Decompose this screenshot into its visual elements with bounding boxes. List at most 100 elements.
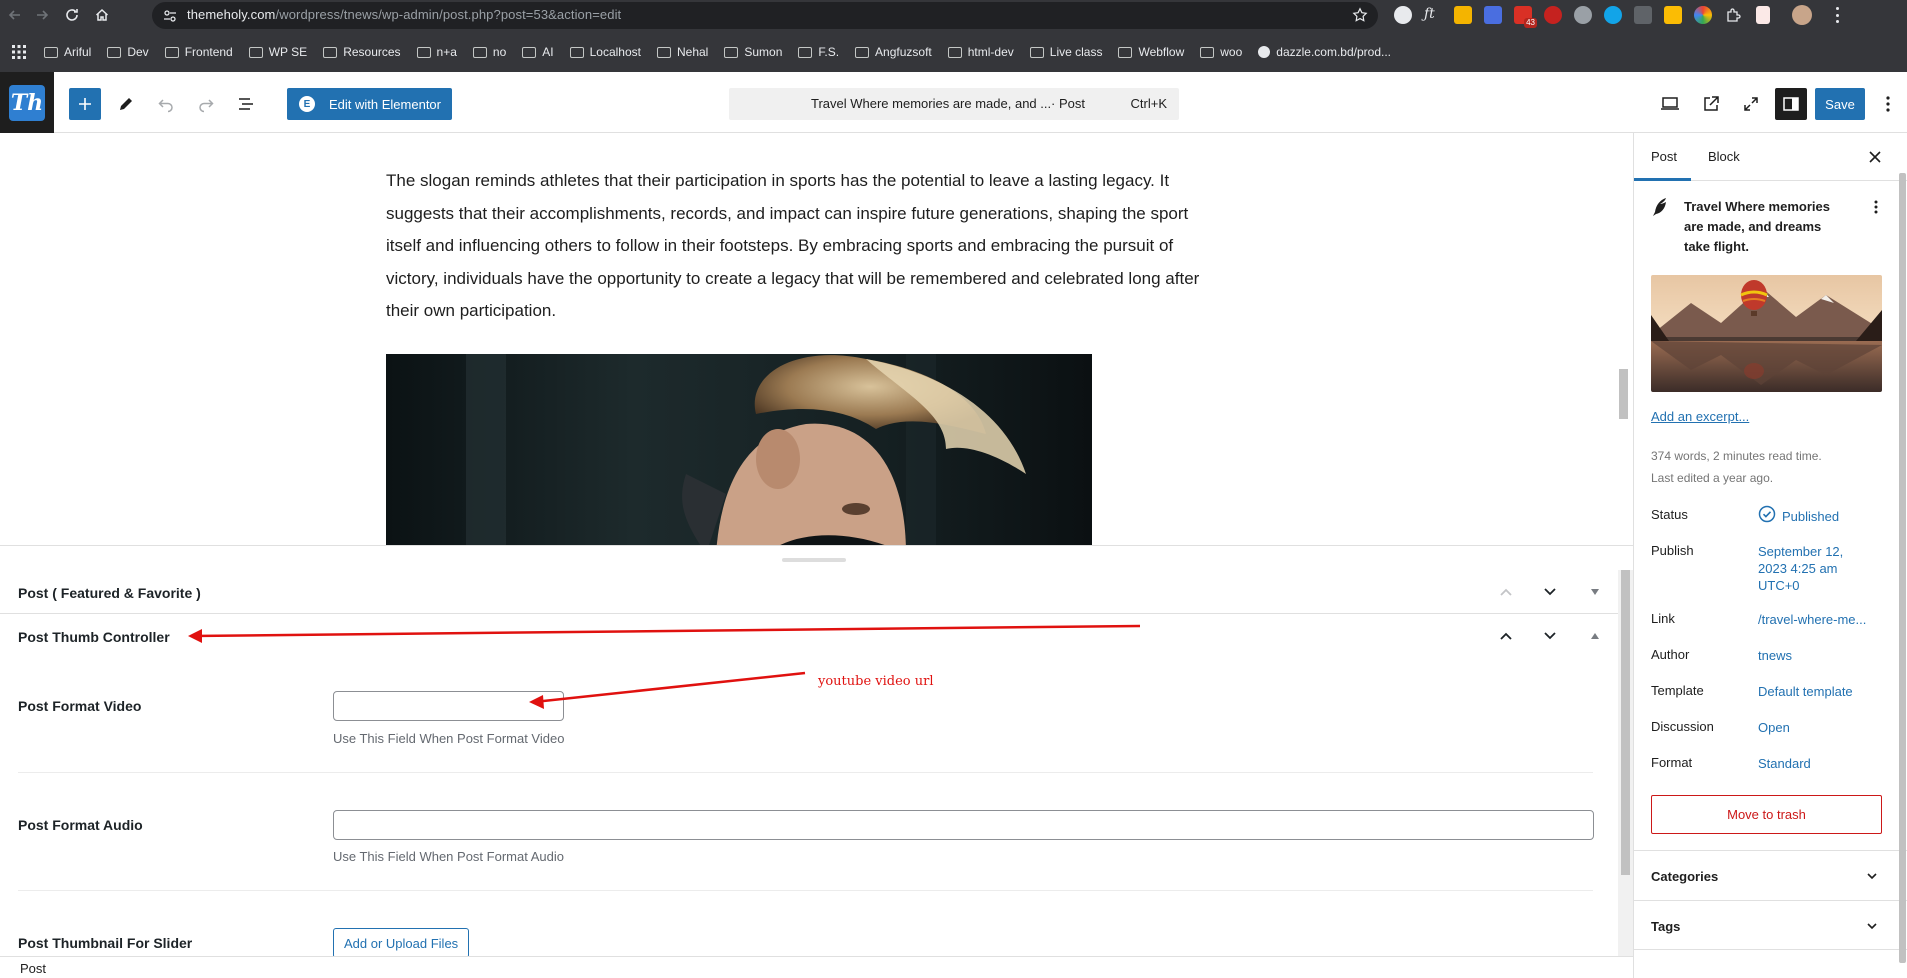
fullscreen-icon[interactable] bbox=[1737, 90, 1765, 118]
metabox-post-thumb-controller[interactable]: Post Thumb Controller bbox=[0, 614, 1618, 658]
back-arrow-icon[interactable] bbox=[4, 4, 26, 26]
metaboxes-scrollbar[interactable] bbox=[1618, 570, 1633, 956]
metabox-resize-handle[interactable] bbox=[0, 545, 1633, 570]
metabox-featured-favorite[interactable]: Post ( Featured & Favorite ) bbox=[0, 570, 1618, 614]
tab-block[interactable]: Block bbox=[1708, 149, 1740, 164]
permalink-value[interactable]: /travel-where-me... bbox=[1758, 611, 1866, 628]
move-up-chevron-icon[interactable] bbox=[1496, 582, 1516, 602]
desktop-preview-icon[interactable] bbox=[1656, 90, 1684, 118]
globe-icon[interactable] bbox=[1574, 6, 1592, 24]
font-ninja-icon[interactable]: ƒt bbox=[1424, 6, 1442, 24]
document-overview-icon[interactable] bbox=[232, 90, 260, 118]
close-icon[interactable] bbox=[1864, 146, 1886, 168]
bookmark-folder[interactable]: Angfuzsoft bbox=[855, 45, 932, 59]
site-info-icon[interactable] bbox=[162, 8, 178, 24]
word-count-text: 374 words, 2 minutes read time. bbox=[1651, 449, 1822, 463]
bookmark-folder[interactable]: Dev bbox=[107, 45, 149, 59]
bookmark-star-icon[interactable] bbox=[1352, 7, 1368, 23]
bookmark-folder[interactable]: Live class bbox=[1029, 45, 1102, 59]
options-more-icon[interactable] bbox=[1874, 90, 1902, 118]
template-value[interactable]: Default template bbox=[1758, 683, 1853, 700]
bookmark-folder[interactable]: html-dev bbox=[947, 45, 1014, 59]
forward-arrow-icon[interactable] bbox=[31, 4, 53, 26]
post-format-video-input[interactable] bbox=[333, 691, 564, 721]
discussion-value[interactable]: Open bbox=[1758, 719, 1790, 736]
extension-icon[interactable] bbox=[1756, 6, 1770, 24]
format-value[interactable]: Standard bbox=[1758, 755, 1811, 772]
move-to-trash-button[interactable]: Move to trash bbox=[1651, 795, 1882, 834]
field-divider bbox=[18, 890, 1593, 891]
puzzle-icon[interactable] bbox=[1724, 6, 1742, 24]
folder-icon bbox=[569, 46, 584, 58]
bookmark-folder[interactable]: WP SE bbox=[248, 45, 307, 59]
tab-post[interactable]: Post bbox=[1651, 149, 1677, 164]
toggle-panel-icon[interactable] bbox=[1585, 626, 1605, 646]
extension-icon[interactable] bbox=[1634, 6, 1652, 24]
bookmark-folder[interactable]: Nehal bbox=[656, 45, 708, 59]
bookmark-folder[interactable]: n+a bbox=[416, 45, 457, 59]
featured-image[interactable] bbox=[1651, 275, 1882, 392]
toggle-panel-icon[interactable] bbox=[1585, 582, 1605, 602]
quill-post-icon bbox=[1651, 197, 1671, 217]
bookmark-folder[interactable]: F.S. bbox=[798, 45, 839, 59]
categories-panel[interactable]: Categories bbox=[1634, 850, 1907, 900]
home-icon[interactable] bbox=[91, 4, 113, 26]
command-palette-bar[interactable]: Travel Where memories are made, and ... … bbox=[729, 88, 1179, 120]
move-down-chevron-icon[interactable] bbox=[1540, 626, 1560, 646]
sidebar-icon bbox=[1783, 97, 1799, 111]
image-block[interactable] bbox=[386, 354, 1092, 545]
folder-icon bbox=[1118, 46, 1133, 58]
bookmark-link[interactable]: dazzle.com.bd/prod... bbox=[1258, 45, 1391, 59]
block-inserter-button[interactable] bbox=[69, 88, 101, 120]
site-logo[interactable]: Th bbox=[0, 72, 54, 133]
post-actions-more-icon[interactable] bbox=[1866, 197, 1886, 217]
extension-icon[interactable]: 43 bbox=[1514, 6, 1537, 28]
portrait-photo bbox=[386, 354, 1092, 545]
format-label: Format bbox=[1651, 755, 1693, 770]
author-value[interactable]: tnews bbox=[1758, 647, 1792, 664]
sidebar-post-title: Travel Where memories are made, and drea… bbox=[1684, 199, 1830, 254]
settings-sidebar-toggle[interactable] bbox=[1775, 88, 1807, 120]
apps-grid-icon[interactable] bbox=[12, 45, 26, 59]
mountain-lake-balloon-image bbox=[1651, 275, 1882, 392]
edit-with-elementor-button[interactable]: E Edit with Elementor bbox=[287, 88, 452, 120]
reload-icon[interactable] bbox=[61, 4, 83, 26]
more-vertical-icon[interactable] bbox=[1836, 7, 1840, 23]
folder-icon bbox=[44, 46, 58, 58]
bookmark-folder[interactable]: Resources bbox=[323, 45, 401, 59]
extension-icon[interactable] bbox=[1394, 6, 1412, 24]
extension-icon[interactable] bbox=[1484, 6, 1502, 24]
bookmark-folder[interactable]: no bbox=[472, 45, 506, 59]
sidebar-scrollbar[interactable] bbox=[1898, 173, 1906, 973]
extension-icon[interactable] bbox=[1664, 6, 1682, 24]
extension-icon[interactable] bbox=[1604, 6, 1622, 24]
save-button[interactable]: Save bbox=[1815, 88, 1865, 120]
block-breadcrumb[interactable]: Post bbox=[20, 961, 46, 976]
bookmark-folder[interactable]: Ariful bbox=[44, 45, 91, 59]
metabox-title: Post Thumb Controller bbox=[18, 629, 170, 645]
tags-panel[interactable]: Tags bbox=[1634, 900, 1907, 950]
paragraph-block[interactable]: The slogan reminds athletes that their p… bbox=[386, 165, 1226, 328]
extension-icon[interactable] bbox=[1544, 6, 1562, 24]
bookmark-folder[interactable]: Sumon bbox=[724, 45, 782, 59]
move-up-chevron-icon[interactable] bbox=[1496, 626, 1516, 646]
bookmark-folder[interactable]: woo bbox=[1200, 45, 1242, 59]
publish-date-value[interactable]: September 12, 2023 4:25 am UTC+0 bbox=[1758, 543, 1843, 594]
post-format-audio-input[interactable] bbox=[333, 810, 1594, 840]
status-value[interactable]: Published bbox=[1782, 508, 1839, 525]
color-picker-icon[interactable] bbox=[1694, 6, 1712, 24]
redo-icon[interactable] bbox=[192, 90, 220, 118]
undo-icon[interactable] bbox=[152, 90, 180, 118]
canvas-scrollbar[interactable] bbox=[1618, 273, 1628, 545]
add-excerpt-link[interactable]: Add an excerpt... bbox=[1651, 409, 1749, 424]
bookmark-folder[interactable]: Localhost bbox=[569, 45, 641, 59]
move-down-chevron-icon[interactable] bbox=[1540, 582, 1560, 602]
edit-pencil-icon[interactable] bbox=[112, 90, 140, 118]
bookmark-folder[interactable]: Frontend bbox=[164, 45, 233, 59]
bookmark-folder[interactable]: AI bbox=[522, 45, 554, 59]
bookmark-folder[interactable]: Webflow bbox=[1118, 45, 1184, 59]
avatar[interactable] bbox=[1792, 5, 1812, 25]
extension-icon[interactable] bbox=[1454, 6, 1472, 24]
external-link-icon[interactable] bbox=[1697, 90, 1725, 118]
add-or-upload-files-button[interactable]: Add or Upload Files bbox=[333, 928, 470, 956]
